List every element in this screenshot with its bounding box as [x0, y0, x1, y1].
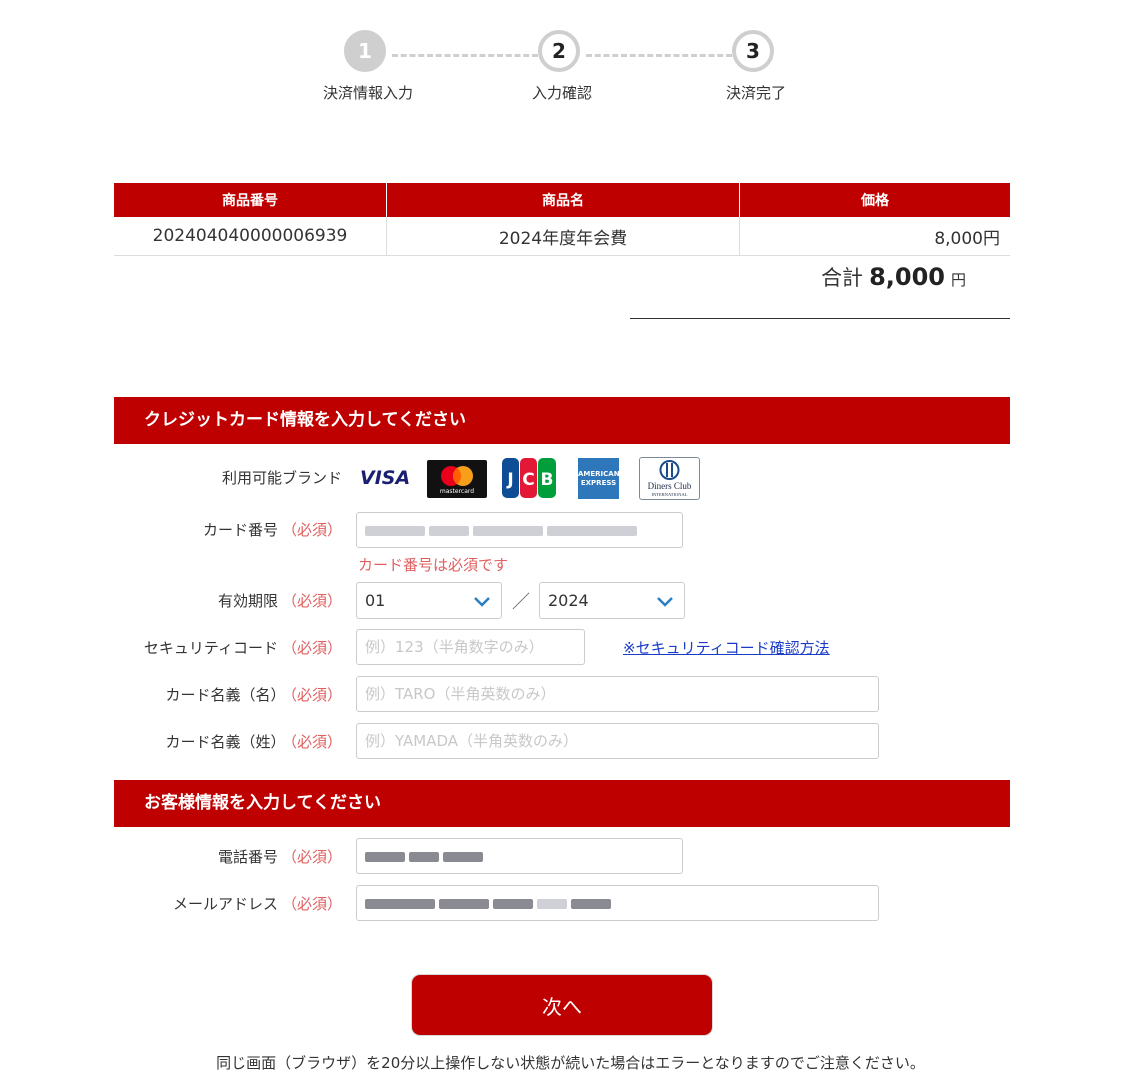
header-product-number: 商品番号: [114, 183, 387, 217]
product-table: 商品番号 商品名 価格 202404040000006939 2024年度年会費…: [114, 183, 1010, 256]
header-price: 価格: [739, 183, 1010, 217]
step-2-circle: 2: [538, 30, 580, 72]
visa-logo: VISA: [360, 467, 411, 489]
step-connector: [392, 54, 538, 57]
card-section-header: クレジットカード情報を入力してください: [114, 397, 1010, 444]
expiry-month-select[interactable]: 01: [356, 582, 502, 619]
table-row: 202404040000006939 2024年度年会費 8,000円: [114, 217, 1010, 256]
phone-input[interactable]: [356, 838, 683, 874]
table-header-row: 商品番号 商品名 価格: [114, 183, 1010, 217]
svg-text:C: C: [522, 470, 534, 490]
cell-product-name: 2024年度年会費: [386, 217, 740, 256]
security-code-label: セキュリティコード （必須）: [143, 639, 342, 657]
expiry-separator: ／: [512, 592, 530, 613]
expiry-year-value: 2024: [548, 591, 589, 610]
card-last-name-label: カード名義（姓） （必須）: [165, 733, 342, 751]
step-connector: [586, 54, 732, 57]
chevron-down-icon: [657, 597, 673, 607]
step-1-circle: 1: [344, 30, 386, 72]
card-first-name-label: カード名義（名） （必須）: [165, 686, 342, 704]
next-button[interactable]: 次へ: [412, 975, 712, 1035]
total-value: 8,000: [869, 263, 945, 291]
expiry-month-value: 01: [365, 591, 386, 610]
svg-text:J: J: [506, 470, 513, 490]
customer-section-header: お客様情報を入力してください: [114, 780, 1010, 827]
step-3-circle: 3: [732, 30, 774, 72]
card-number-input[interactable]: [356, 512, 683, 548]
cell-price: 8,000円: [739, 217, 1010, 256]
diners-club-logo: Diners Club INTERNATIONAL: [639, 457, 700, 500]
card-number-label: カード番号 （必須）: [202, 521, 342, 539]
svg-text:INTERNATIONAL: INTERNATIONAL: [652, 492, 688, 497]
email-input[interactable]: [356, 885, 879, 921]
expiry-year-select[interactable]: 2024: [539, 582, 685, 619]
cell-product-number: 202404040000006939: [114, 217, 387, 256]
total-label: 合計: [821, 266, 864, 290]
step-3-label: 決済完了: [725, 84, 786, 102]
progress-stepper: 1 2 3 決済情報入力 入力確認 決済完了: [0, 0, 1141, 102]
card-first-name-input[interactable]: [356, 676, 879, 712]
jcb-logo: J C B: [502, 458, 556, 498]
step-1-label: 決済情報入力: [322, 84, 413, 102]
phone-label: 電話番号 （必須）: [217, 848, 342, 866]
step-2-label: 入力確認: [531, 84, 592, 102]
session-timeout-notice: 同じ画面（ブラウザ）を20分以上操作しない状態が続いた場合はエラーとなりますので…: [216, 1054, 925, 1072]
card-last-name-input[interactable]: [356, 723, 879, 759]
svg-text:B: B: [541, 470, 554, 490]
card-number-error: カード番号は必須です: [358, 556, 509, 574]
amex-logo: AMERICAN EXPRESS: [578, 458, 620, 499]
svg-text:Diners Club: Diners Club: [648, 481, 692, 491]
mastercard-logo: mastercard: [427, 460, 487, 498]
svg-text:mastercard: mastercard: [440, 488, 474, 495]
header-product-name: 商品名: [386, 183, 740, 217]
brands-label: 利用可能ブランド: [221, 469, 342, 487]
total-unit: 円: [950, 271, 966, 289]
email-label: メールアドレス （必須）: [172, 895, 342, 913]
security-code-input[interactable]: [356, 629, 585, 665]
security-code-help-link[interactable]: ※セキュリティコード確認方法: [623, 637, 830, 658]
expiry-label: 有効期限 （必須）: [217, 592, 342, 610]
chevron-down-icon: [474, 597, 490, 607]
order-total: 合計 8,000 円: [630, 262, 1010, 319]
